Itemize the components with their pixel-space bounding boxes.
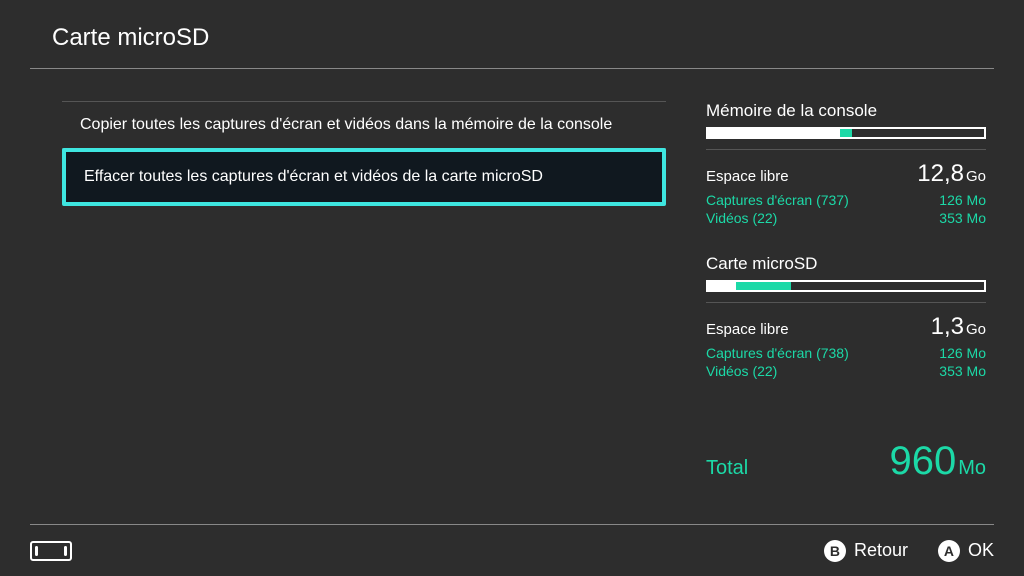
- options-panel: Copier toutes les captures d'écran et vi…: [30, 69, 666, 484]
- screenshots-label: Captures d'écran (737): [706, 192, 849, 208]
- back-button[interactable]: B Retour: [824, 540, 908, 562]
- divider: [706, 149, 986, 150]
- videos-label: Vidéos (22): [706, 363, 777, 379]
- storage-console: Mémoire de la console Espace libre 12,8G…: [706, 101, 986, 226]
- bar-media: [736, 282, 791, 290]
- option-delete-all[interactable]: Effacer toutes les captures d'écran et v…: [62, 148, 666, 206]
- b-button-icon: B: [824, 540, 846, 562]
- storage-console-free: Espace libre 12,8Go: [706, 160, 986, 188]
- ok-button[interactable]: A OK: [938, 540, 994, 562]
- option-label: Effacer toutes les captures d'écran et v…: [84, 168, 543, 185]
- screenshots-value: 126 Mo: [939, 345, 986, 361]
- free-value: 1,3Go: [931, 313, 986, 341]
- storage-sdcard-screenshots: Captures d'écran (738) 126 Mo: [706, 345, 986, 361]
- free-value: 12,8Go: [917, 160, 986, 188]
- header: Carte microSD: [0, 0, 1024, 68]
- ok-label: OK: [968, 540, 994, 561]
- videos-label: Vidéos (22): [706, 210, 777, 226]
- storage-console-screenshots: Captures d'écran (737) 126 Mo: [706, 192, 986, 208]
- total-value: 960Mo: [889, 439, 986, 484]
- free-label: Espace libre: [706, 168, 789, 185]
- a-button-icon: A: [938, 540, 960, 562]
- option-label: Copier toutes les captures d'écran et vi…: [80, 116, 612, 133]
- total-label: Total: [706, 457, 748, 480]
- videos-value: 353 Mo: [939, 210, 986, 226]
- screenshots-value: 126 Mo: [939, 192, 986, 208]
- storage-sdcard-free: Espace libre 1,3Go: [706, 313, 986, 341]
- storage-sdcard-videos: Vidéos (22) 353 Mo: [706, 363, 986, 379]
- bar-used: [708, 282, 736, 290]
- option-copy-all[interactable]: Copier toutes les captures d'écran et vi…: [62, 101, 666, 149]
- controller-icon[interactable]: [30, 541, 72, 561]
- footer-buttons: B Retour A OK: [824, 540, 994, 562]
- storage-sdcard: Carte microSD Espace libre 1,3Go Capture…: [706, 254, 986, 379]
- videos-value: 353 Mo: [939, 363, 986, 379]
- storage-console-bar: [706, 127, 986, 139]
- bar-media: [840, 129, 851, 137]
- content: Copier toutes les captures d'écran et vi…: [0, 69, 1024, 484]
- divider: [706, 302, 986, 303]
- storage-panel: Mémoire de la console Espace libre 12,8G…: [706, 69, 994, 484]
- storage-sdcard-title: Carte microSD: [706, 254, 986, 274]
- storage-sdcard-bar: [706, 280, 986, 292]
- back-label: Retour: [854, 540, 908, 561]
- footer: B Retour A OK: [30, 524, 994, 576]
- bar-used: [708, 129, 840, 137]
- screenshots-label: Captures d'écran (738): [706, 345, 849, 361]
- storage-console-videos: Vidéos (22) 353 Mo: [706, 210, 986, 226]
- page-title: Carte microSD: [52, 24, 1024, 52]
- storage-console-title: Mémoire de la console: [706, 101, 986, 121]
- storage-total: Total 960Mo: [706, 429, 986, 484]
- free-label: Espace libre: [706, 321, 789, 338]
